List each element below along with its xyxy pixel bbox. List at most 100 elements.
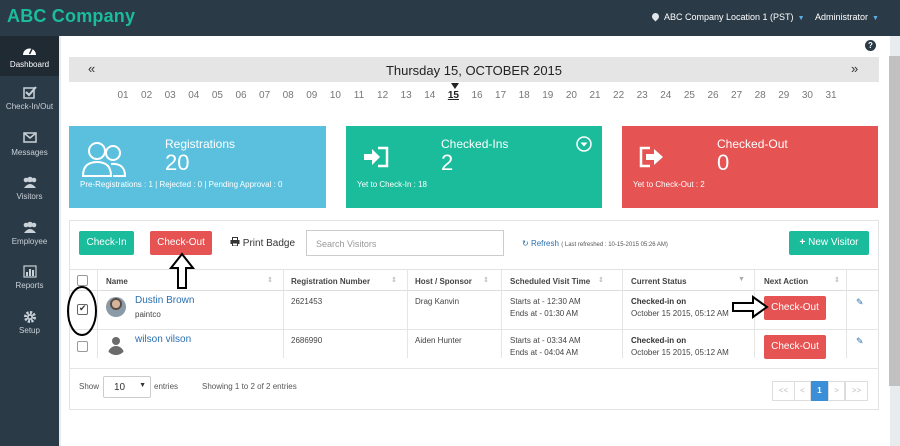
column-next-action: Next Action (764, 277, 809, 286)
row-checkout-button[interactable]: Check-Out (764, 335, 826, 359)
sidebar-item-employee[interactable]: Employee (0, 221, 59, 246)
day-18[interactable]: 18 (514, 90, 534, 101)
day-30[interactable]: 30 (797, 90, 817, 101)
column-host-sponsor[interactable]: Host / Sponsor (415, 277, 472, 286)
visit-start: Starts at - 03:34 AM (510, 336, 581, 345)
day-29[interactable]: 29 (774, 90, 794, 101)
day-25[interactable]: 25 (679, 90, 699, 101)
sign-in-icon (364, 146, 389, 168)
day-12[interactable]: 12 (373, 90, 393, 101)
day-07[interactable]: 07 (255, 90, 275, 101)
day-03[interactable]: 03 (160, 90, 180, 101)
page-size-value: 10 (114, 382, 126, 393)
day-10[interactable]: 10 (325, 90, 345, 101)
sign-out-icon (639, 146, 663, 168)
day-09[interactable]: 09 (302, 90, 322, 101)
sidebar-item-visitors[interactable]: Visitors (0, 176, 59, 201)
top-bar: ABC Company ABC Company Location 1 (PST)… (0, 0, 900, 36)
day-28[interactable]: 28 (750, 90, 770, 101)
bar-chart-icon (22, 265, 37, 278)
sort-icon[interactable]: ⇕ (834, 276, 840, 284)
day-15[interactable]: 15 (443, 90, 463, 101)
day-06[interactable]: 06 (231, 90, 251, 101)
visitor-company: paintco (135, 310, 161, 319)
last-page-button[interactable]: >> (845, 381, 868, 401)
print-icon (230, 237, 240, 247)
day-14[interactable]: 14 (420, 90, 440, 101)
last-refreshed-text: ( Last refreshed : 10-15-2015 05:26 AM) (561, 242, 668, 248)
edit-icon[interactable]: ✎ (856, 297, 864, 308)
day-08[interactable]: 08 (278, 90, 298, 101)
day-05[interactable]: 05 (207, 90, 227, 101)
sort-icon[interactable]: ⇕ (267, 276, 273, 284)
day-23[interactable]: 23 (632, 90, 652, 101)
registrations-card[interactable]: Registrations 20 Pre-Registrations : 1 |… (69, 126, 326, 208)
page-size-select[interactable]: 10 ▼ (103, 376, 151, 398)
first-page-button[interactable]: << (772, 381, 795, 401)
location-selector[interactable]: ABC Company Location 1 (PST) ▼ (650, 11, 805, 22)
prev-page-button[interactable]: < (794, 381, 811, 401)
next-month-button[interactable]: » (851, 61, 858, 76)
envelope-icon (22, 132, 37, 145)
day-04[interactable]: 04 (184, 90, 204, 101)
refresh-button[interactable]: ↻ Refresh ( Last refreshed : 10-15-2015 … (522, 239, 668, 248)
row-checkout-button[interactable]: Check-Out (764, 296, 826, 320)
help-icon[interactable]: ? (865, 40, 876, 51)
sort-desc-icon[interactable]: ▼ (738, 276, 745, 283)
row-checkbox[interactable] (77, 341, 88, 352)
selected-day-marker-icon (451, 83, 459, 89)
refresh-label: Refresh (530, 239, 559, 248)
checkedins-card[interactable]: Checked-Ins 2 Yet to Check-In : 18 (346, 126, 602, 208)
day-13[interactable]: 13 (396, 90, 416, 101)
brand-logo[interactable]: ABC Company (7, 6, 135, 27)
edit-icon[interactable]: ✎ (856, 336, 864, 347)
visitor-name-link[interactable]: Dustin Brown (135, 295, 194, 306)
visitor-name-link[interactable]: wilson vilson (135, 334, 191, 345)
chevron-circle-down-icon[interactable] (576, 136, 592, 152)
page-1-button[interactable]: 1 (811, 381, 828, 401)
gear-icon (22, 310, 37, 323)
column-name[interactable]: Name (106, 277, 128, 286)
users-icon (81, 142, 127, 177)
day-24[interactable]: 24 (656, 90, 676, 101)
sidebar-item-dashboard[interactable]: Dashboard (0, 36, 59, 76)
day-22[interactable]: 22 (609, 90, 629, 101)
sort-icon[interactable]: ⇕ (391, 276, 397, 284)
sidebar-item-label: Messages (11, 148, 48, 157)
column-registration-number[interactable]: Registration Number (291, 277, 370, 286)
show-label: Show (79, 382, 100, 391)
day-17[interactable]: 17 (491, 90, 511, 101)
day-27[interactable]: 27 (727, 90, 747, 101)
day-31[interactable]: 31 (821, 90, 841, 101)
column-scheduled-visit-time[interactable]: Scheduled Visit Time (510, 277, 590, 286)
checkedins-count: 2 (441, 150, 454, 175)
column-current-status[interactable]: Current Status (631, 277, 687, 286)
day-11[interactable]: 11 (349, 90, 369, 101)
table-row[interactable]: wilson vilson 2686990 Aiden Hunter Start… (69, 330, 879, 369)
user-menu[interactable]: Administrator ▼ (815, 12, 879, 22)
sidebar-item-reports[interactable]: Reports (0, 265, 59, 290)
sidebar-item-messages[interactable]: Messages (0, 132, 59, 157)
current-date-title: Thursday 15, OCTOBER 2015 (385, 63, 563, 78)
new-visitor-button[interactable]: + New Visitor (789, 231, 869, 255)
caret-down-icon: ▼ (139, 382, 146, 389)
sort-icon[interactable]: ⇕ (598, 276, 604, 284)
day-26[interactable]: 26 (703, 90, 723, 101)
checkedout-card[interactable]: Checked-Out 0 Yet to Check-Out : 2 (622, 126, 878, 208)
day-20[interactable]: 20 (561, 90, 581, 101)
day-02[interactable]: 02 (137, 90, 157, 101)
sidebar-item-setup[interactable]: Setup (0, 310, 59, 335)
status-time: October 15 2015, 05:12 AM (631, 348, 729, 357)
day-01[interactable]: 01 (113, 90, 133, 101)
search-input[interactable]: Search Visitors (306, 230, 504, 256)
day-19[interactable]: 19 (538, 90, 558, 101)
sort-icon[interactable]: ⇕ (483, 276, 489, 284)
checkedins-title: Checked-Ins (441, 137, 509, 151)
sidebar-item-checkinout[interactable]: Check-In/Out (0, 86, 59, 111)
day-16[interactable]: 16 (467, 90, 487, 101)
next-page-button[interactable]: > (828, 381, 845, 401)
print-badge-button[interactable]: Print Badge (230, 237, 295, 249)
checkin-button[interactable]: Check-In (79, 231, 134, 255)
day-21[interactable]: 21 (585, 90, 605, 101)
scrollbar[interactable] (889, 56, 900, 386)
